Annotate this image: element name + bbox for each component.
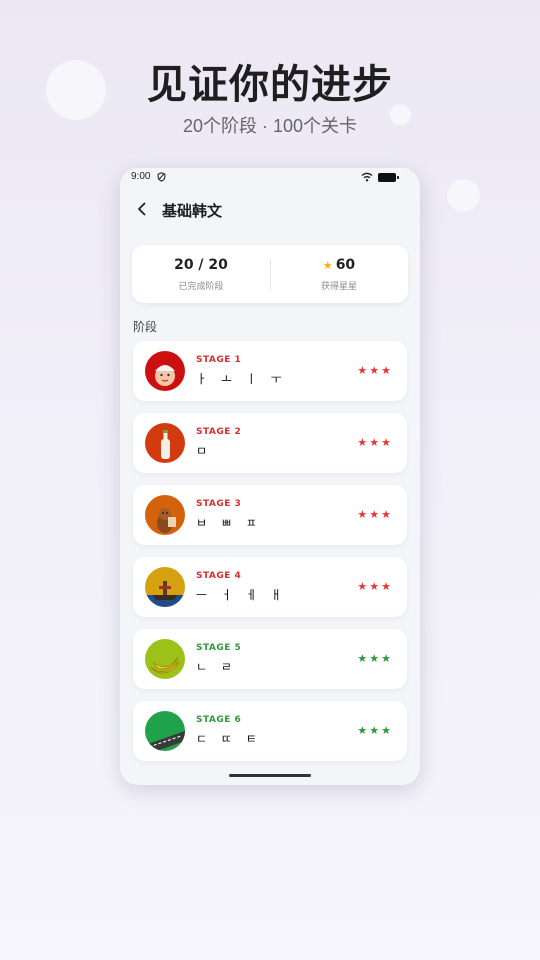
stage-letters: ㅁ: [196, 444, 213, 458]
stage-card-2[interactable]: STAGE 2 ㅁ ★★★: [133, 413, 407, 473]
stage-stars: ★★★: [357, 724, 393, 737]
stage-card-3[interactable]: STAGE 3 ㅂ ㅃ ㅍ ★★★: [133, 485, 407, 545]
status-bar: 9:00: [120, 168, 420, 188]
completed-stages-value: 20 / 20: [174, 257, 228, 273]
stage-letters: ㄷ ㄸ ㅌ: [196, 732, 262, 746]
status-time: 9:00: [131, 171, 151, 182]
completed-stages-stat: 20 / 20 已完成阶段: [132, 245, 270, 303]
stage-stars: ★★★: [357, 364, 393, 377]
ship-icon: [145, 567, 185, 607]
decor-bubble: [447, 179, 480, 212]
stage-letters: ㅂ ㅃ ㅍ: [196, 516, 262, 530]
phone-screen: 9:00 基础韩文 20 / 20 已完成阶段 ★ 60 获得星星 阶段 STA…: [120, 168, 420, 785]
promo-headline: 见证你的进步: [147, 62, 393, 108]
stage-letters: ㄴ ㄹ: [196, 660, 237, 674]
banana-icon: [145, 639, 185, 679]
stage-card-4[interactable]: STAGE 4 ㅡ ㅓ ㅔ ㅐ ★★★: [133, 557, 407, 617]
battery-icon: [378, 173, 399, 182]
stage-number: STAGE 1: [196, 355, 242, 365]
bottle-icon: [145, 423, 185, 463]
stage-number: STAGE 6: [196, 715, 242, 725]
earned-stars-stat: ★ 60 获得星星: [270, 245, 408, 303]
squirrel-icon: [145, 495, 185, 535]
page-title: 基础韩文: [162, 202, 223, 220]
wifi-icon: [361, 172, 373, 182]
road-icon: [145, 711, 185, 751]
stage-stars: ★★★: [357, 580, 393, 593]
stage-number: STAGE 3: [196, 499, 242, 509]
stage-stars: ★★★: [357, 652, 393, 665]
earned-stars-label: 获得星星: [320, 282, 357, 292]
home-indicator[interactable]: [229, 774, 311, 777]
stage-card-5[interactable]: STAGE 5 ㄴ ㄹ ★★★: [133, 629, 407, 689]
stage-card-6[interactable]: STAGE 6 ㄷ ㄸ ㅌ ★★★: [133, 701, 407, 761]
stage-card-1[interactable]: STAGE 1 ㅏ ㅗ ㅣ ㅜ ★★★: [133, 341, 407, 401]
stage-number: STAGE 2: [196, 427, 242, 437]
app-bar: 基础韩文: [120, 196, 420, 226]
stage-number: STAGE 5: [196, 643, 242, 653]
earned-stars-row: ★ 60: [270, 257, 408, 273]
stage-stars: ★★★: [357, 436, 393, 449]
section-heading: 阶段: [133, 320, 158, 334]
progress-summary-card: 20 / 20 已完成阶段 ★ 60 获得星星: [132, 245, 408, 303]
completed-stages-label: 已完成阶段: [178, 282, 224, 292]
stage-number: STAGE 4: [196, 571, 242, 581]
stage-stars: ★★★: [357, 508, 393, 521]
star-icon: ★: [322, 259, 333, 272]
promo-subline: 20个阶段 · 100个关卡: [182, 116, 358, 136]
earned-stars-value: 60: [335, 257, 356, 273]
baby-face-icon: [145, 351, 185, 391]
back-arrow-icon[interactable]: [134, 201, 150, 217]
dnd-shield-icon: [157, 172, 166, 182]
stage-letters: ㅡ ㅓ ㅔ ㅐ: [196, 588, 287, 602]
stage-letters: ㅏ ㅗ ㅣ ㅜ: [196, 372, 287, 386]
